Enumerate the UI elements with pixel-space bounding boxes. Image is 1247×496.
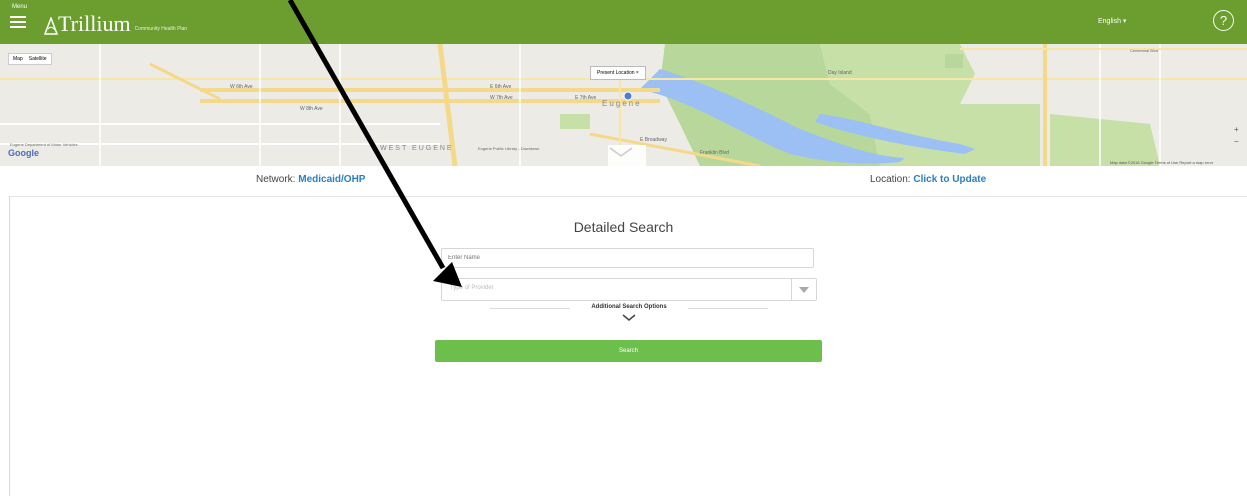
google-logo: Google [8, 148, 39, 158]
zoom-controls: + − [1234, 124, 1239, 148]
map-label: WEST EUGENE [380, 145, 454, 152]
additional-options-toggle[interactable]: Additional Search Options [490, 304, 768, 324]
network-label: Network: [256, 174, 296, 185]
menu-button[interactable]: Menu [10, 4, 36, 36]
map-label: E Broadway [640, 137, 667, 143]
provider-type-placeholder: Type of Provider [450, 285, 494, 291]
map-collapse-button[interactable] [608, 145, 646, 166]
map-type-map[interactable]: Map [13, 56, 23, 62]
additional-options-label: Additional Search Options [591, 304, 667, 310]
search-button[interactable]: Search [435, 340, 822, 362]
zoom-in-button[interactable]: + [1234, 124, 1239, 136]
language-dropdown[interactable]: English ▾ [1098, 17, 1126, 25]
map-type-satellite[interactable]: Satellite [29, 56, 47, 62]
caret-down-icon [799, 286, 809, 293]
location-link[interactable]: Click to Update [913, 174, 986, 185]
map-label: Eugene Public Library - Downtown [478, 146, 539, 151]
location-info: Location: Click to Update [870, 174, 986, 185]
top-bar: Menu Trillium Community Health Plan Engl… [0, 0, 1247, 44]
chevron-down-icon [622, 314, 636, 321]
left-border [9, 196, 10, 496]
map-panel[interactable]: W 6th Ave W 7th Ave W 8th Ave E 6th Ave … [0, 44, 1247, 166]
logo-wordmark: Trillium [58, 11, 131, 36]
map-label: W 6th Ave [230, 84, 253, 90]
logo-tagline: Community Health Plan [134, 26, 188, 32]
location-label: Location: [870, 174, 911, 185]
zoom-out-button[interactable]: − [1234, 136, 1239, 148]
help-icon[interactable]: ? [1213, 10, 1234, 31]
network-info: Network: Medicaid/OHP [256, 174, 365, 185]
search-title: Detailed Search [573, 219, 674, 235]
map-label: W 8th Ave [300, 106, 323, 112]
map-label: Franklin Blvd [700, 150, 729, 156]
map-type-control: Map Satellite [8, 53, 52, 65]
map-label: Day Island [828, 70, 852, 76]
map-label: W 7th Ave [490, 95, 513, 101]
map-label: E 7th Ave [575, 95, 597, 101]
trillium-logo-icon [44, 17, 58, 35]
chevron-down-icon [609, 147, 633, 157]
select-toggle[interactable] [791, 279, 816, 300]
hamburger-icon [10, 16, 26, 31]
provider-name-input[interactable] [441, 248, 814, 268]
map-label: E 6th Ave [490, 84, 512, 90]
map-label: Eugene [602, 99, 642, 108]
network-link[interactable]: Medicaid/OHP [298, 174, 365, 185]
map-label: Centennial Blvd [1130, 48, 1158, 53]
provider-type-select[interactable]: Type of Provider [441, 278, 817, 301]
logo: Trillium Community Health Plan [44, 11, 187, 35]
map-label: Eugene Department of Motor Vehicles [10, 142, 78, 147]
menu-label: Menu [12, 4, 28, 10]
map-terms[interactable]: Map data ©2016 Google Terms of Use Repor… [1110, 160, 1213, 165]
present-location-bubble[interactable]: Present Location × [590, 66, 646, 80]
divider [10, 196, 1247, 197]
info-bar: Network: Medicaid/OHP Location: Click to… [0, 173, 1247, 189]
